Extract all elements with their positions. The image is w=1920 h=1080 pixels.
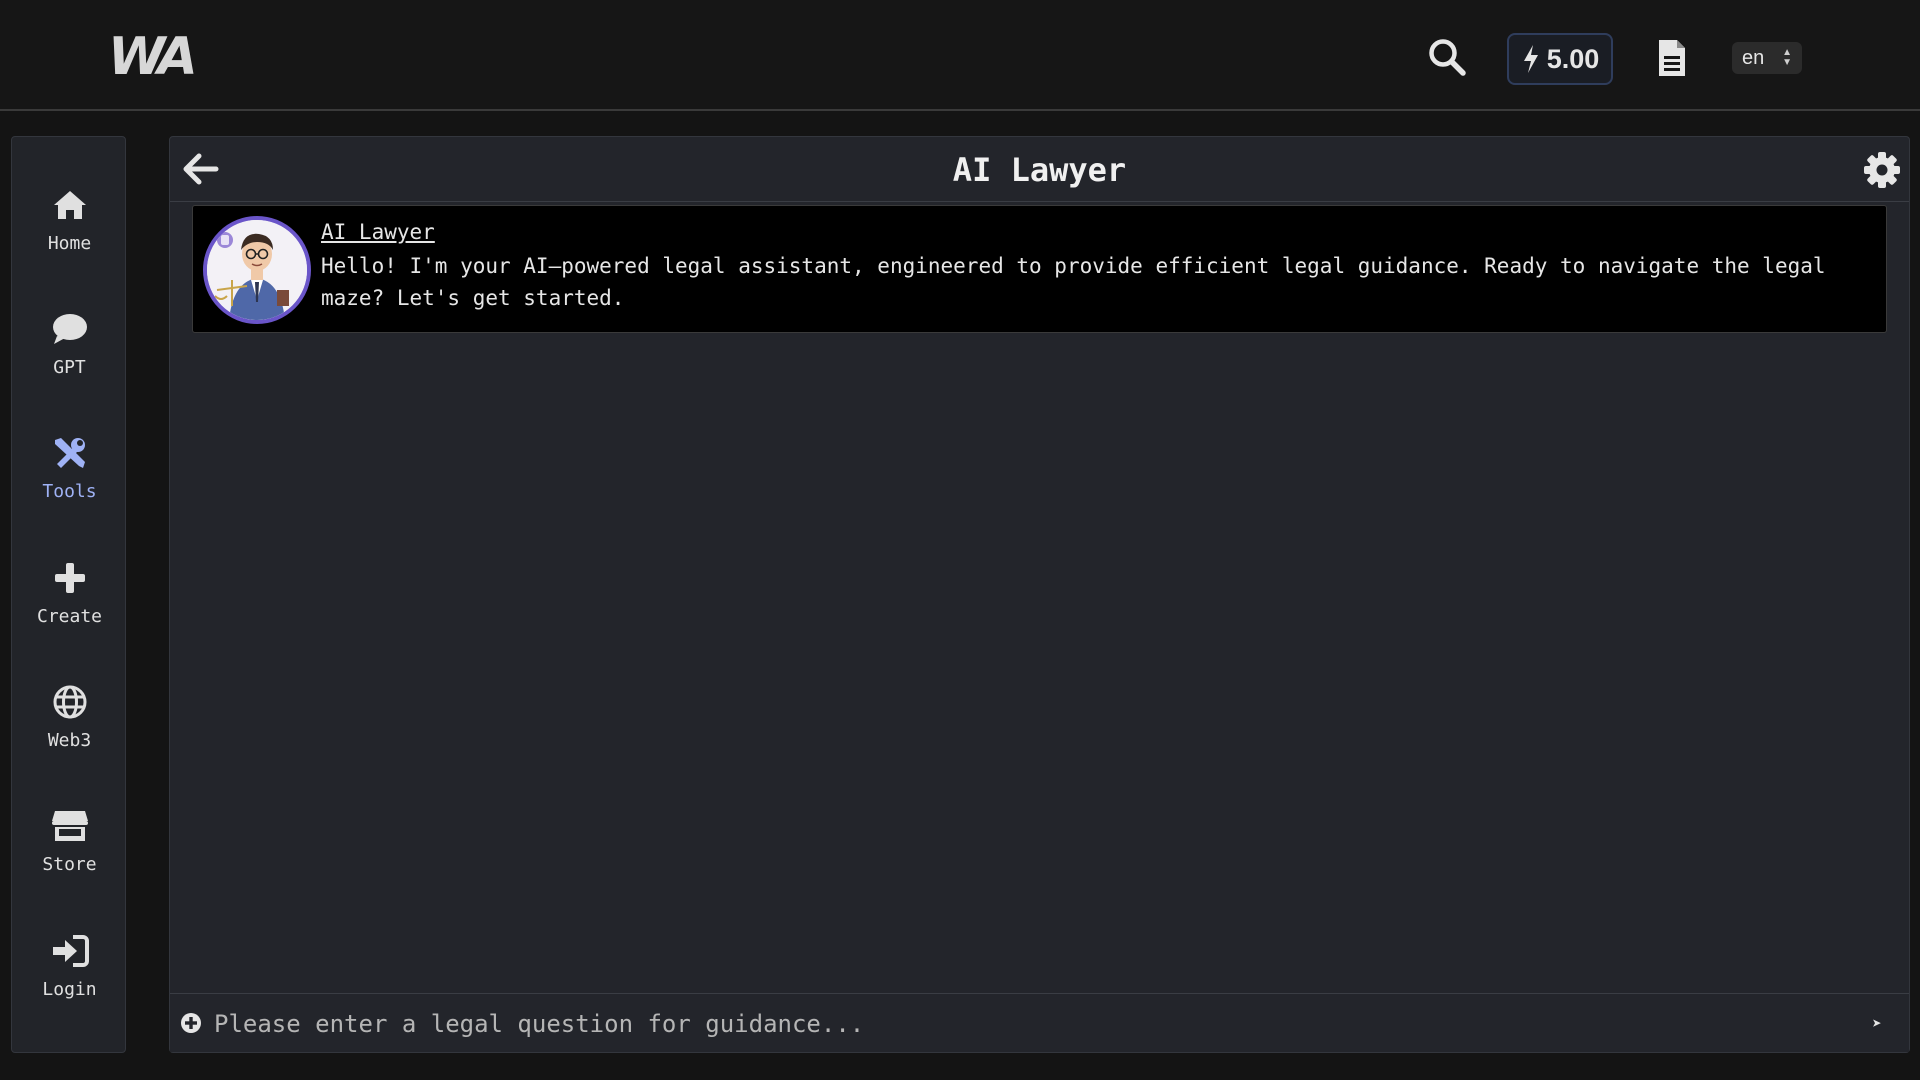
- sidebar-item-gpt[interactable]: GPT: [12, 309, 127, 399]
- attach-button[interactable]: [180, 1012, 202, 1034]
- composer: ➤: [170, 993, 1909, 1052]
- lawyer-avatar-illustration: [207, 220, 307, 320]
- sidebar-item-label: Web3: [47, 730, 92, 751]
- bolt-icon: [1523, 45, 1538, 73]
- send-button[interactable]: ➤: [1865, 1010, 1889, 1036]
- sidebar-item-login[interactable]: Login: [12, 931, 127, 1021]
- sidebar-item-label: Store: [42, 854, 97, 875]
- chat-bubble-icon: [50, 309, 90, 349]
- assistant-message: AI Lawyer Hello! I'm your AI–powered leg…: [192, 205, 1887, 333]
- credits-value: 5.00: [1546, 43, 1600, 74]
- app-logo[interactable]: WA: [108, 30, 198, 84]
- sidebar-item-label: Home: [47, 233, 92, 254]
- sidebar: Home GPT Tools Create Web3 Store Login: [11, 136, 126, 1053]
- chat-panel: AI Lawyer AI Lawyer Hello! I'm your AI–p…: [169, 136, 1910, 1053]
- message-text: Hello! I'm your AI–powered legal assista…: [321, 254, 1826, 310]
- language-select[interactable]: en ▲ ▼: [1732, 42, 1802, 74]
- select-arrows-icon: ▲ ▼: [1782, 47, 1792, 68]
- chat-header: AI Lawyer: [170, 137, 1909, 202]
- sidebar-item-label: Tools: [42, 481, 97, 502]
- language-value: en: [1742, 46, 1765, 69]
- home-icon: [50, 185, 90, 225]
- sidebar-item-home[interactable]: Home: [12, 185, 127, 275]
- sidebar-item-tools[interactable]: Tools: [12, 433, 127, 523]
- avatar[interactable]: [203, 216, 311, 324]
- settings-button[interactable]: [1863, 151, 1901, 189]
- sidebar-item-web3[interactable]: Web3: [12, 682, 127, 772]
- plus-circle-icon: [181, 1013, 201, 1033]
- store-icon: [50, 806, 90, 846]
- sidebar-item-label: GPT: [53, 357, 86, 378]
- sidebar-item-label: Create: [36, 606, 103, 627]
- globe-icon: [50, 682, 90, 722]
- search-button[interactable]: [1426, 36, 1468, 78]
- tools-icon: [50, 433, 90, 473]
- question-input[interactable]: [214, 1004, 1814, 1044]
- gear-icon: [1864, 152, 1900, 188]
- sidebar-item-store[interactable]: Store: [12, 806, 127, 896]
- plus-icon: [50, 558, 90, 598]
- sidebar-item-label: Login: [42, 979, 97, 1000]
- search-icon: [1429, 39, 1466, 76]
- page-title: AI Lawyer: [952, 151, 1127, 189]
- send-icon: ➤: [1872, 1013, 1882, 1033]
- document-icon: [1659, 40, 1685, 76]
- documents-button[interactable]: [1656, 38, 1688, 78]
- credits-button[interactable]: 5.00: [1507, 33, 1613, 85]
- sidebar-item-create[interactable]: Create: [12, 558, 127, 648]
- message-author-link[interactable]: AI Lawyer: [321, 220, 435, 244]
- login-icon: [50, 931, 90, 971]
- top-bar: WA 5.00 en ▲ ▼: [0, 0, 1920, 111]
